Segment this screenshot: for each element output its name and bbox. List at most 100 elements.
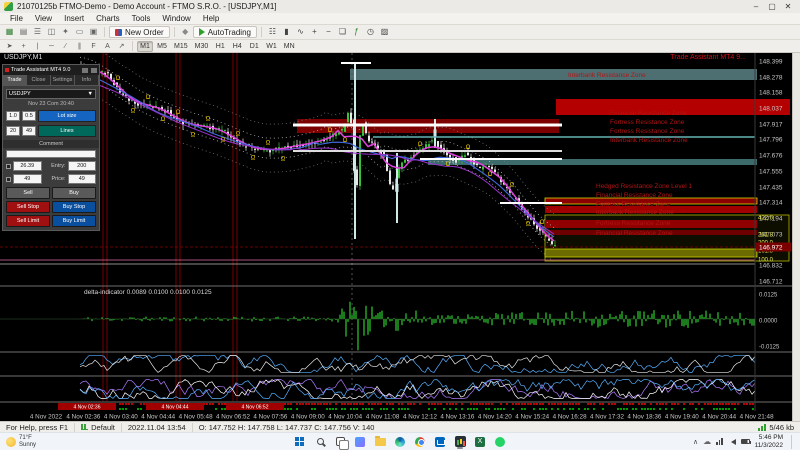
close-button[interactable]: ✕ (780, 2, 796, 11)
svg-text:Ω: Ω (418, 142, 423, 148)
timeframe-d1[interactable]: D1 (246, 41, 262, 52)
taskbar-app-task-view[interactable] (333, 434, 349, 450)
vertical-line-icon[interactable]: ∣ (31, 41, 44, 52)
chart-scroll-strip[interactable] (792, 53, 800, 421)
tile-windows-icon[interactable]: ❏ (336, 26, 349, 38)
battery-icon[interactable] (740, 439, 752, 444)
tray-chevron-icon[interactable]: ∧ (693, 438, 698, 446)
param-input-2[interactable]: 49 (67, 174, 96, 184)
timeframe-mn[interactable]: MN (281, 41, 298, 52)
arrow-tools-icon[interactable]: ↗ (115, 41, 128, 52)
profiles-icon[interactable]: ▤ (17, 26, 30, 38)
menu-tools[interactable]: Tools (126, 14, 157, 23)
level-input-2[interactable]: 49 (22, 126, 36, 136)
navigator-icon[interactable]: ✦ (59, 26, 72, 38)
panel-tab-info[interactable]: Info (75, 75, 99, 85)
menu-charts[interactable]: Charts (90, 14, 126, 23)
timeframe-h4[interactable]: H4 (229, 41, 245, 52)
buy-limit-button[interactable]: Buy Limit (52, 215, 96, 227)
timeframe-h1[interactable]: H1 (212, 41, 228, 52)
panel-tab-settings[interactable]: Settings (51, 75, 75, 85)
chart-line-icon[interactable]: ∿ (294, 26, 307, 38)
sell-stop-button[interactable]: Sell Stop (6, 201, 50, 213)
sell-limit-button[interactable]: Sell Limit (6, 215, 50, 227)
show-desktop-button[interactable] (791, 434, 794, 449)
trendline-icon[interactable]: ∕ (59, 41, 72, 52)
lot-size-button[interactable]: Lot size (38, 110, 96, 122)
timeframe-m1[interactable]: M1 (137, 40, 153, 52)
strategy-tester-icon[interactable]: ▣ (87, 26, 100, 38)
new-order-button[interactable]: New Order (109, 26, 170, 38)
maximize-button[interactable]: ▢ (764, 2, 780, 11)
volume-icon[interactable] (728, 438, 736, 445)
panel-tab-trade[interactable]: Trade (3, 75, 27, 85)
buy-stop-button[interactable]: Buy Stop (52, 201, 96, 213)
taskbar-app-chrome[interactable] (413, 434, 427, 449)
zoom-in-icon[interactable]: + (308, 26, 321, 38)
timeframe-m5[interactable]: M5 (154, 41, 170, 52)
taskbar-app-start[interactable] (293, 434, 307, 449)
taskbar-clock[interactable]: 5:46 PM 11/3/2022 (755, 434, 783, 449)
panel-tab-close[interactable]: Close (27, 75, 51, 85)
autotrading-button[interactable]: AutoTrading (192, 26, 257, 38)
menu-view[interactable]: View (29, 14, 58, 23)
crosshair-icon[interactable]: + (17, 41, 30, 52)
text-label-icon[interactable]: A (101, 41, 114, 52)
risk-input-1[interactable]: 1.0 (6, 111, 20, 121)
new-chart-icon[interactable]: ▦ (3, 26, 16, 38)
terminal-icon[interactable]: ▭ (73, 26, 86, 38)
timeframe-m30[interactable]: M30 (192, 41, 212, 52)
taskbar-app-widgets[interactable] (353, 434, 367, 449)
onedrive-icon[interactable]: ☁ (703, 437, 711, 446)
menu-file[interactable]: File (4, 14, 29, 23)
svg-text:Interbank Resistance Zone: Interbank Resistance Zone (568, 72, 646, 79)
data-window-icon[interactable]: ◫ (45, 26, 58, 38)
taskbar-app-metatrader[interactable] (453, 434, 467, 449)
level-input-1[interactable]: 20 (6, 126, 20, 136)
chart-area[interactable]: Ω Ω Ω Ω Ω Ω Ω Ω Ω Ω Ω Ω Ω Ω Ω Ω Ω Ω Ω Ω Ω Interbank Resistanc… (0, 53, 800, 421)
buy-button[interactable]: Buy (52, 187, 96, 199)
status-profile[interactable]: Default (75, 422, 122, 432)
svg-text:Ω: Ω (176, 110, 181, 116)
weather-icon (6, 436, 16, 447)
taskbar-app-search[interactable] (313, 434, 327, 449)
taskbar-app-file-explorer[interactable] (373, 434, 387, 449)
taskbar-app-edge[interactable] (393, 434, 407, 449)
comment-input[interactable] (6, 150, 96, 158)
taskbar-app-green-app[interactable] (493, 434, 507, 449)
lines-button[interactable]: Lines (38, 125, 96, 137)
row-checkbox-2[interactable] (6, 176, 11, 182)
symbol-select[interactable]: USDJPY ▼ (6, 89, 96, 99)
weather-widget[interactable]: 71°F Sunny (6, 435, 36, 449)
indicators-icon[interactable]: ƒ (350, 26, 363, 38)
panel-minimize-icon[interactable] (82, 67, 88, 73)
horizontal-line-icon[interactable]: ─ (45, 41, 58, 52)
menu-insert[interactable]: Insert (58, 14, 90, 23)
fibonacci-icon[interactable]: F (87, 41, 100, 52)
taskbar-app-store[interactable] (433, 434, 447, 449)
chart-candles-icon[interactable]: ▮ (280, 26, 293, 38)
zoom-out-icon[interactable]: − (322, 26, 335, 38)
periods-icon[interactable]: ◷ (364, 26, 377, 38)
equidistant-channel-icon[interactable]: ∥ (73, 41, 86, 52)
sell-button[interactable]: Sell (6, 187, 50, 199)
value-input-1[interactable]: 26.39 (13, 161, 42, 171)
taskbar-app-excel[interactable] (473, 434, 487, 449)
menu-help[interactable]: Help (197, 14, 225, 23)
value-input-2[interactable]: 49 (13, 174, 42, 184)
param-input-1[interactable]: 200 (67, 161, 96, 171)
trade-panel-titlebar[interactable]: Trade Assistant MT4 9.0 (3, 65, 99, 75)
panel-close-icon[interactable] (91, 67, 97, 73)
market-watch-icon[interactable]: ☰ (31, 26, 44, 38)
timeframe-m15[interactable]: M15 (171, 41, 191, 52)
wifi-icon[interactable] (716, 438, 723, 445)
templates-icon[interactable]: ▨ (378, 26, 391, 38)
row-checkbox-1[interactable] (6, 163, 11, 169)
cursor-icon[interactable]: ➤ (3, 41, 16, 52)
timeframe-w1[interactable]: W1 (263, 41, 280, 52)
metaeditor-icon[interactable]: ◆ (179, 26, 192, 38)
chart-bars-icon[interactable]: ☷ (266, 26, 279, 38)
minimize-button[interactable]: – (748, 2, 764, 11)
risk-input-2[interactable]: 0.5 (22, 111, 36, 121)
menu-window[interactable]: Window (156, 14, 196, 23)
